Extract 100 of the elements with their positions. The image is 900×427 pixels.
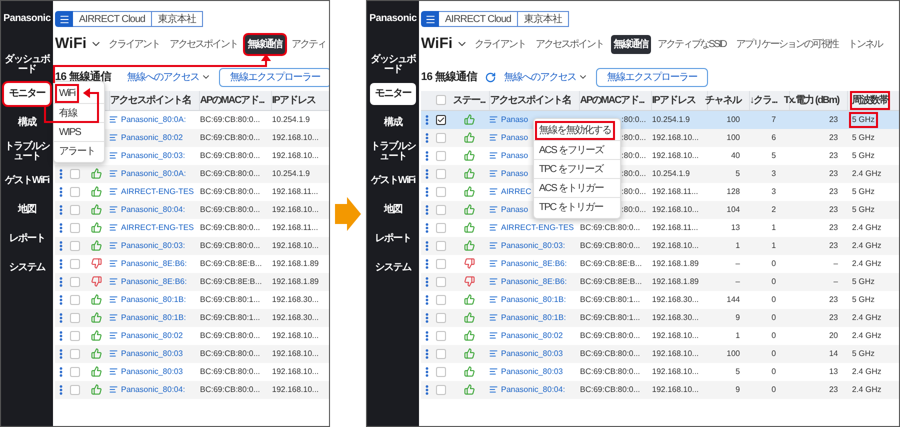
tab[interactable]: 無線通信 (244, 34, 285, 54)
nav-item[interactable]: システム (4, 262, 50, 274)
access-point-link[interactable]: Panasonic_80:03: (501, 240, 566, 252)
nav-item[interactable]: トラブルシュート (4, 140, 50, 162)
access-point-link[interactable]: AIRRECT-ENG-TES (121, 186, 194, 198)
table-row[interactable]: Panasonic_80:04: BC:69:CB:80:0... 192.168.10... (55, 380, 329, 398)
menu-item[interactable]: WiFi (57, 86, 77, 101)
nav-item[interactable]: 地図 (4, 204, 50, 216)
breadcrumb-item[interactable]: AIRRECT Cloud (439, 11, 518, 27)
access-point-link[interactable]: Panasonic_80:02 (121, 330, 183, 342)
tab[interactable]: アプリケーションの可視性 (732, 34, 841, 54)
access-dropdown[interactable]: 無線へのアクセス (126, 70, 211, 84)
tab[interactable]: クライアント (106, 34, 163, 54)
nav-item[interactable]: レポート (4, 232, 50, 244)
nav-item[interactable]: ダッシュボード (4, 54, 50, 76)
access-dropdown[interactable]: 無線へのアクセス (504, 70, 588, 84)
access-point-link[interactable]: Panasonic_80:03: (121, 240, 186, 252)
access-point-link[interactable]: Panasonic_8E:B6: (501, 276, 567, 288)
table-row[interactable]: Panasonic_80:04: BC:69:CB:80:0... 192.168.10... (55, 200, 329, 218)
menu-item[interactable]: アラート (57, 144, 97, 158)
nav-item[interactable]: システム (370, 262, 416, 274)
column-header[interactable]: Tx.電力 (dBm) (784, 92, 839, 108)
access-point-link[interactable]: Panasonic_80:02 (121, 132, 183, 144)
table-row[interactable]: Panasonic_80:03 BC:69:CB:80:0... 192.168.10... 100 0 14 5 GHz (421, 344, 899, 362)
table-row[interactable]: Panasonic_8E:B6: BC:69:CB:8E:B... 192.168.1.89 (55, 272, 329, 290)
access-point-link[interactable]: Panasonic_8E:B6: (121, 258, 187, 270)
tab[interactable]: アクティ (288, 34, 329, 54)
menu-item[interactable]: TPC をフリーズ (537, 162, 605, 176)
access-point-link[interactable]: Panasonic_80:03 (121, 348, 183, 360)
access-point-link[interactable]: Panasonic_80:03: (121, 150, 186, 162)
menu-button[interactable] (55, 11, 73, 27)
tab[interactable]: アクセスポイント (532, 34, 607, 54)
table-row[interactable]: Panasonic_8E:B6: BC:69:CB:8E:B... 192.168.1.89 – 0 – 5 GHz (421, 272, 899, 290)
access-point-link[interactable]: Panasonic_80:02 (501, 330, 563, 342)
explorer-button[interactable]: 無線エクスプローラー (218, 68, 329, 86)
table-row[interactable]: Panasonic_80:03: BC:69:CB:80:0... 192.168.10... 1 1 23 2.4 GHz (421, 236, 899, 254)
access-point-link[interactable]: Panaso (501, 168, 528, 180)
list-icon (489, 151, 498, 160)
access-point-link[interactable]: AIRREC (501, 186, 532, 198)
access-point-link[interactable]: Panasonic_80:1B: (121, 312, 186, 324)
column-header[interactable]: 周波数帯 (852, 92, 888, 108)
breadcrumb-item[interactable]: AIRRECT Cloud (73, 11, 152, 27)
breadcrumb-item[interactable]: 東京本社 (518, 11, 570, 27)
nav-item[interactable]: モニター (370, 82, 416, 104)
refresh-icon[interactable] (484, 72, 496, 82)
access-point-link[interactable]: Panasonic_80:1B: (501, 294, 566, 306)
table-row[interactable]: Panasonic_80:1B: BC:69:CB:80:1... 192.168.30... 9 0 23 2.4 GHz (421, 308, 899, 326)
row-checkbox[interactable] (436, 114, 446, 124)
nav-item[interactable]: ゲストWiFi (4, 174, 50, 186)
access-point-link[interactable]: Panasonic_80:04: (121, 204, 186, 216)
breadcrumb-item[interactable]: 東京本社 (152, 11, 204, 27)
column-header[interactable]: アクセスポイント名 (110, 92, 191, 108)
access-point-link[interactable]: AIRRECT-ENG-TES (121, 222, 194, 234)
access-point-link[interactable]: AIRRECT-ENG-TES (501, 222, 574, 234)
nav-item[interactable]: ゲストWiFi (370, 174, 416, 186)
table-row[interactable]: Panasonic_80:1B: BC:69:CB:80:1... 192.168.30... (55, 308, 329, 326)
column-header[interactable]: IPアドレス (272, 92, 316, 108)
nav-item[interactable]: モニター (4, 82, 50, 104)
access-point-link[interactable]: Panasonic_80:0A: (121, 168, 186, 180)
nav-item[interactable]: 構成 (4, 116, 50, 128)
access-point-link[interactable]: Panasonic_80:0A: (121, 114, 186, 126)
access-point-link[interactable]: Panaso (501, 204, 528, 216)
access-point-link[interactable]: Panasonic_8E:B6: (501, 258, 567, 270)
column-header[interactable]: ステー... (452, 92, 486, 108)
nav-item[interactable]: 地図 (370, 204, 416, 216)
select-all-checkbox[interactable] (436, 95, 446, 105)
column-header[interactable]: APのMACアド... (200, 92, 264, 108)
column-header[interactable]: アクセスポイント名 (490, 92, 571, 108)
column-header[interactable]: チャネル (705, 92, 741, 108)
column-header[interactable]: APのMACアド... (580, 92, 644, 108)
nav-item[interactable]: 構成 (370, 116, 416, 128)
table-row[interactable]: Panasonic_80:03 BC:69:CB:80:0... 192.168.10... (55, 344, 329, 362)
access-point-link[interactable]: Panasonic_8E:B6: (121, 276, 187, 288)
access-point-link[interactable]: Panasonic_80:03 (121, 366, 183, 378)
nav-item[interactable]: ダッシュボード (370, 54, 416, 76)
column-header[interactable]: ↓クラ... (750, 92, 777, 108)
tab[interactable]: アクティブなSSID (654, 34, 729, 54)
menu-button[interactable] (421, 11, 439, 27)
nav-item[interactable]: トラブルシュート (370, 140, 416, 162)
tab[interactable]: クライアント (472, 34, 529, 54)
access-point-link[interactable]: Panasonic_80:04: (121, 384, 186, 396)
access-point-link[interactable]: Panasonic_80:04: (501, 384, 566, 396)
access-point-link[interactable]: Panaso (501, 150, 528, 162)
column-header[interactable]: IPアドレス (652, 92, 696, 108)
access-point-link[interactable]: Panasonic_80:1B: (121, 294, 186, 306)
access-point-link[interactable]: Panasonic_80:1B: (501, 312, 566, 324)
menu-item[interactable]: ACS をトリガー (537, 180, 606, 196)
explorer-button[interactable]: 無線エクスプローラー (596, 68, 708, 86)
menu-item[interactable]: TPC をトリガー (537, 200, 605, 214)
access-point-link[interactable]: Panasonic_80:03 (501, 348, 563, 360)
tab[interactable]: トンネル (844, 34, 885, 54)
access-point-link[interactable]: Panasonic_80:03 (501, 366, 563, 378)
tab[interactable]: アクセスポイント (166, 34, 241, 54)
access-point-link[interactable]: Panaso (501, 132, 528, 144)
table-row[interactable]: Panasonic_80:0A: BC:69:CB:80:0... 10.254.1.9 (55, 164, 329, 182)
nav-item[interactable]: レポート (370, 232, 416, 244)
table-row[interactable]: Panasonic_80:04: BC:69:CB:80:0... 192.168.10... 9 0 23 2.4 GHz (421, 380, 899, 398)
access-point-link[interactable]: Panaso (501, 114, 528, 126)
table-row[interactable]: Panasonic_80:03: BC:69:CB:80:0... 192.168.10... (55, 236, 329, 254)
tab[interactable]: 無線通信 (610, 34, 651, 54)
